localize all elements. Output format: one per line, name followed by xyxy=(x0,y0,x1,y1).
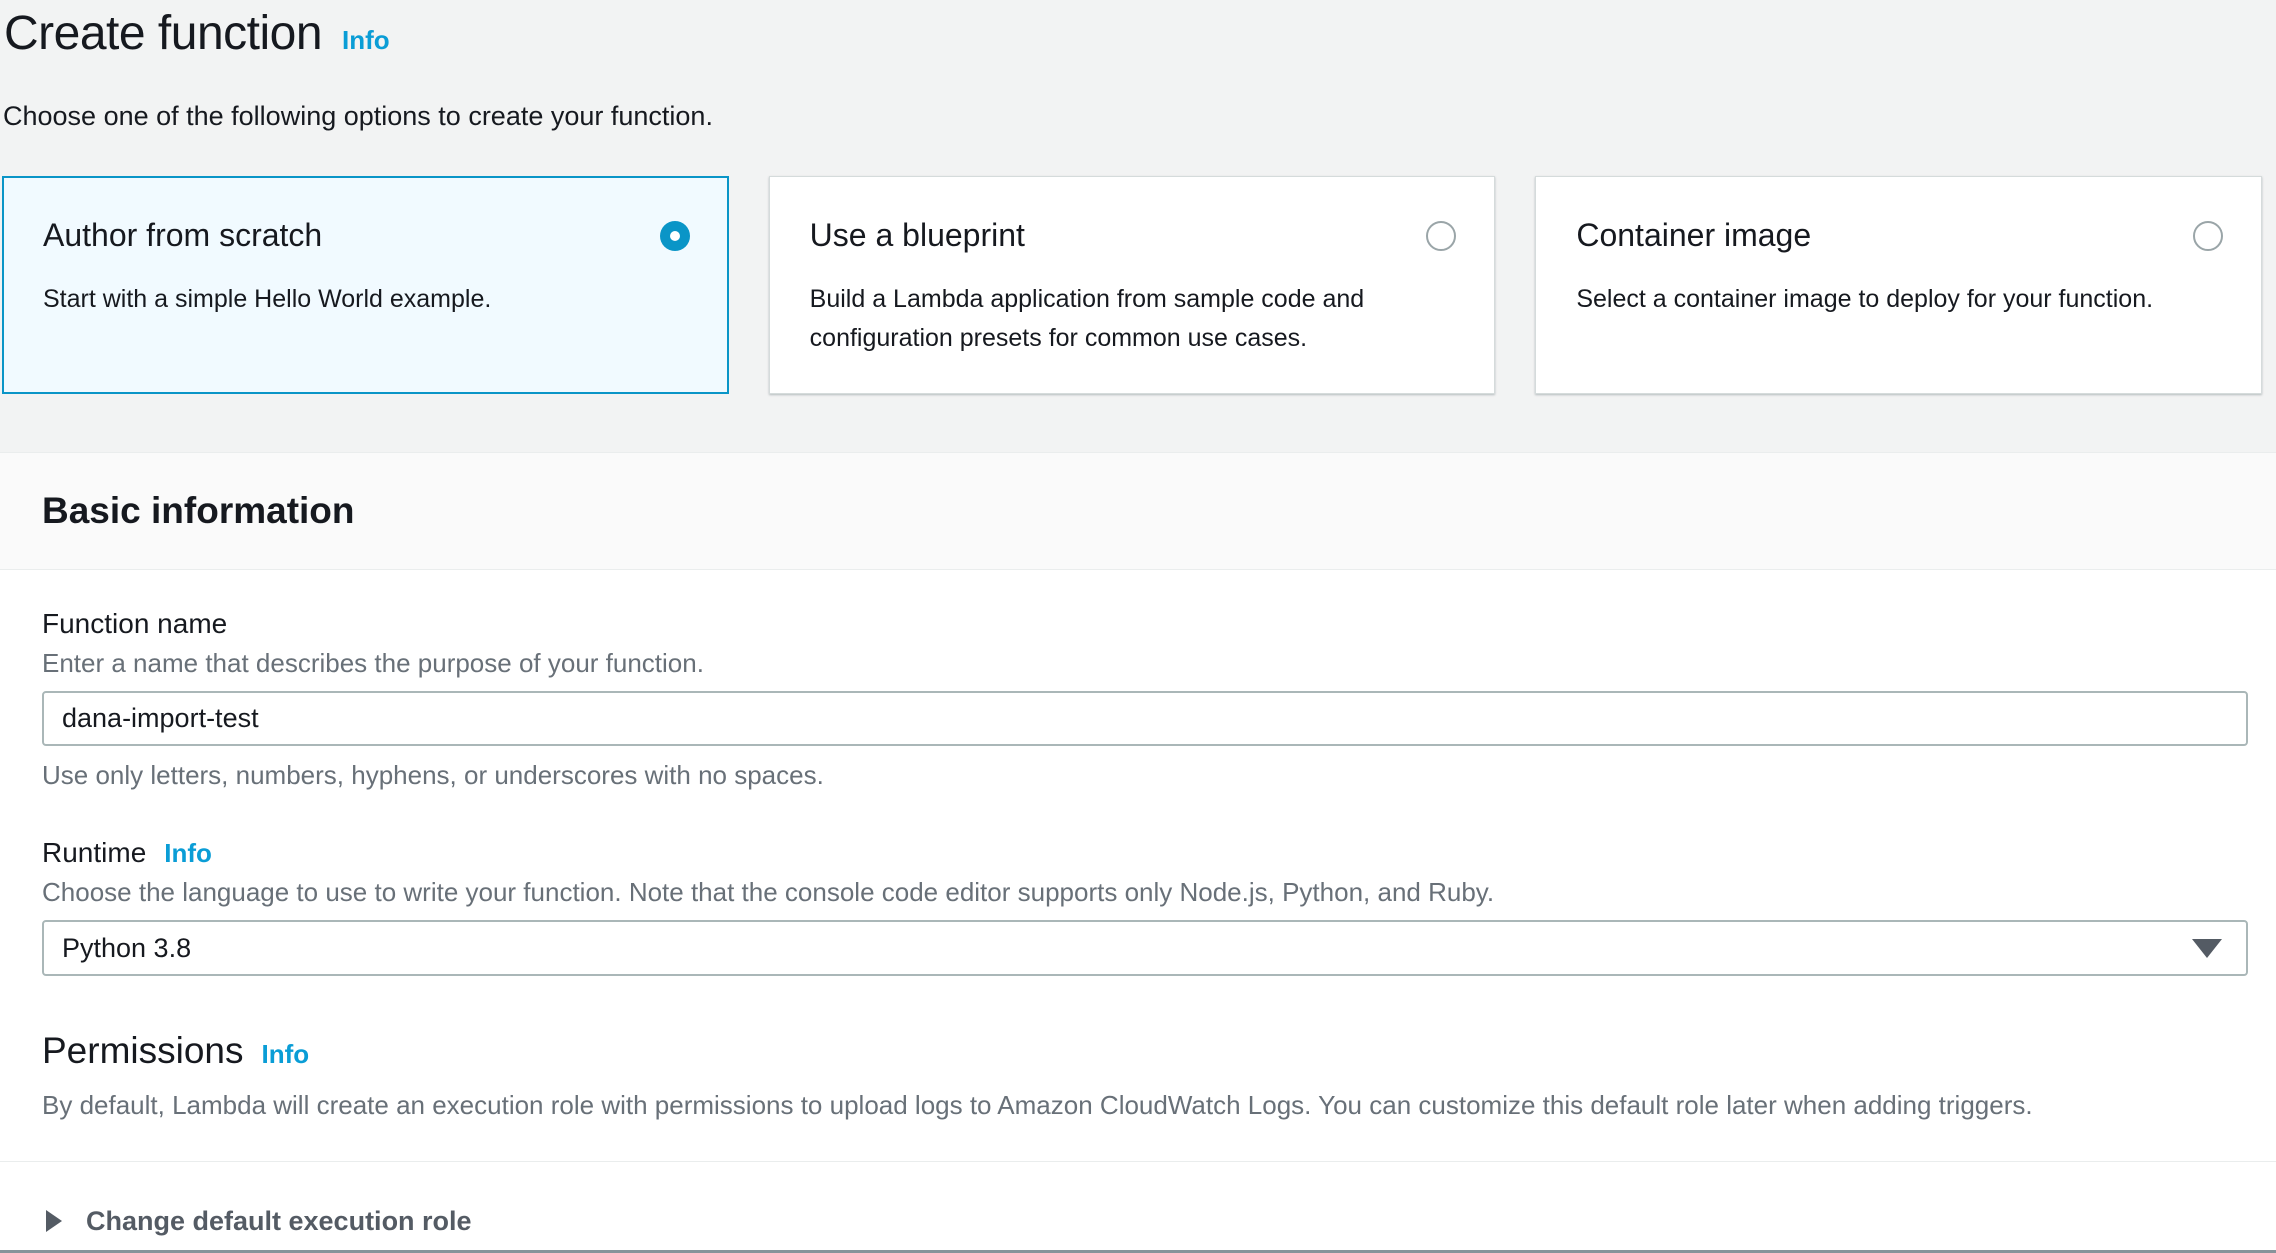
permissions-description: By default, Lambda will create an execut… xyxy=(42,1090,2248,1121)
card-title: Container image xyxy=(1576,217,1811,254)
runtime-label: Runtime xyxy=(42,837,146,869)
card-title: Author from scratch xyxy=(43,217,322,254)
runtime-info-link[interactable]: Info xyxy=(164,838,212,869)
creation-option-cards: Author from scratch Start with a simple … xyxy=(2,176,2262,394)
expander-label: Change default execution role xyxy=(86,1206,472,1237)
card-description: Select a container image to deploy for y… xyxy=(1576,280,2223,319)
card-container-image[interactable]: Container image Select a container image… xyxy=(1535,176,2262,394)
function-name-constraint: Use only letters, numbers, hyphens, or u… xyxy=(42,760,2248,791)
page-title: Create function xyxy=(4,6,322,61)
basic-information-heading: Basic information xyxy=(42,490,355,532)
basic-information-header: Basic information xyxy=(0,452,2276,570)
card-author-from-scratch[interactable]: Author from scratch Start with a simple … xyxy=(2,176,729,394)
runtime-description: Choose the language to use to write your… xyxy=(42,877,2248,908)
permissions-section: Permissions Info By default, Lambda will… xyxy=(0,1030,2276,1121)
card-title-row: Use a blueprint xyxy=(810,217,1457,254)
function-name-field-group: Function name Enter a name that describe… xyxy=(0,608,2276,791)
function-name-input[interactable] xyxy=(42,691,2248,746)
function-name-description: Enter a name that describes the purpose … xyxy=(42,648,2248,679)
chevron-down-icon xyxy=(2192,939,2222,958)
radio-unselected-icon[interactable] xyxy=(1426,221,1456,251)
card-description: Build a Lambda application from sample c… xyxy=(810,280,1457,358)
page-title-info-link[interactable]: Info xyxy=(342,25,390,56)
basic-information-body: Function name Enter a name that describe… xyxy=(0,570,2276,1253)
permissions-info-link[interactable]: Info xyxy=(262,1039,310,1070)
radio-selected-icon[interactable] xyxy=(660,221,690,251)
page-subtitle: Choose one of the following options to c… xyxy=(2,101,2262,132)
runtime-label-row: Runtime Info xyxy=(42,837,2248,869)
card-title: Use a blueprint xyxy=(810,217,1025,254)
card-title-row: Container image xyxy=(1576,217,2223,254)
runtime-selected-value: Python 3.8 xyxy=(62,933,191,964)
hero-section: Create function Info Choose one of the f… xyxy=(0,0,2276,452)
card-description: Start with a simple Hello World example. xyxy=(43,280,690,319)
permissions-heading: Permissions xyxy=(42,1030,244,1072)
change-default-execution-role-expander[interactable]: Change default execution role xyxy=(0,1162,2276,1250)
card-title-row: Author from scratch xyxy=(43,217,690,254)
card-use-a-blueprint[interactable]: Use a blueprint Build a Lambda applicati… xyxy=(769,176,1496,394)
chevron-right-icon xyxy=(46,1210,62,1232)
radio-unselected-icon[interactable] xyxy=(2193,221,2223,251)
runtime-select[interactable]: Python 3.8 xyxy=(42,920,2248,976)
permissions-heading-row: Permissions Info xyxy=(42,1030,2248,1072)
runtime-field-group: Runtime Info Choose the language to use … xyxy=(0,837,2276,976)
function-name-label: Function name xyxy=(42,608,2248,640)
title-row: Create function Info xyxy=(2,6,2262,61)
